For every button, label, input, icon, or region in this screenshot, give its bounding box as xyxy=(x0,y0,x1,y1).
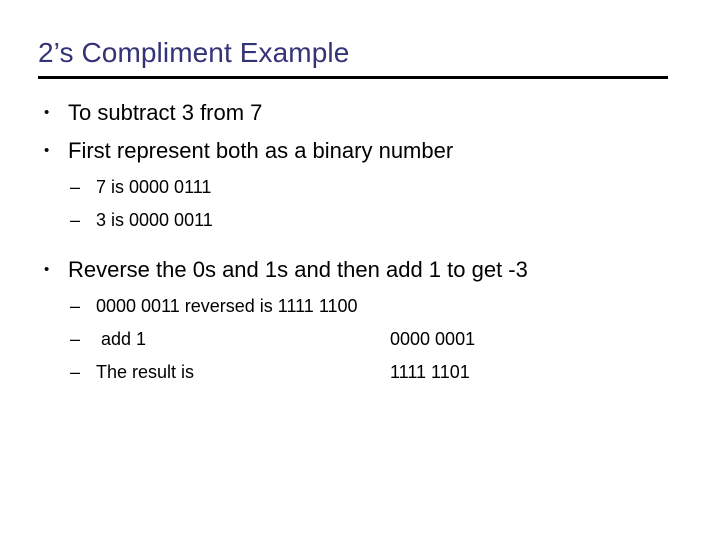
bullet-dot-icon: • xyxy=(44,142,50,159)
calc-row-result-label: The result is xyxy=(96,362,195,382)
bullet-dash-icon: – xyxy=(70,177,81,197)
slide-body: • To subtract 3 from 7 • First represent… xyxy=(0,98,720,393)
calc-row-result: – The result is 1111 1101 xyxy=(0,360,720,385)
calc-row-add-one-value: 0000 0001 xyxy=(390,329,476,349)
bullet-item-1-label: To subtract 3 from 7 xyxy=(68,100,263,125)
calc-row-add-one: – add 1 0000 0001 xyxy=(0,327,720,352)
bullet-dash-icon: – xyxy=(70,210,81,230)
bullet-item-3-label: Reverse the 0s and 1s and then add 1 to … xyxy=(68,257,528,282)
calc-row-add-one-label: add 1 xyxy=(96,329,147,349)
bullet-item-1: • To subtract 3 from 7 xyxy=(0,98,720,127)
bullet-item-2-label: First represent both as a binary number xyxy=(68,138,454,163)
bullet-item-3: • Reverse the 0s and 1s and then add 1 t… xyxy=(0,255,720,284)
slide-canvas: 2’s Compliment Example • To subtract 3 f… xyxy=(0,0,720,540)
bullet-dot-icon: • xyxy=(44,104,50,121)
title-block: 2’s Compliment Example xyxy=(38,36,678,70)
calc-row-result-value: 1111 1101 xyxy=(390,362,470,382)
sub-bullet-item-1-label: 7 is 0000 0111 xyxy=(96,177,212,197)
sub-bullet-item-2-label: 3 is 0000 0011 xyxy=(96,210,213,230)
bullet-item-2: • First represent both as a binary numbe… xyxy=(0,136,720,165)
bullet-dash-icon: – xyxy=(70,362,81,382)
calc-row-reversed: – 0000 0011 reversed is 1111 1100 xyxy=(0,294,720,319)
page-title: 2’s Compliment Example xyxy=(38,37,350,68)
title-underline-rule xyxy=(38,76,668,79)
sub-bullet-item-2: – 3 is 0000 0011 xyxy=(0,208,720,233)
sub-bullet-item-1: – 7 is 0000 0111 xyxy=(0,175,720,200)
bullet-dot-icon: • xyxy=(44,261,50,278)
bullet-dash-icon: – xyxy=(70,296,81,316)
bullet-dash-icon: – xyxy=(70,329,81,349)
calc-row-reversed-label: 0000 0011 reversed is 1111 1100 xyxy=(96,296,358,316)
